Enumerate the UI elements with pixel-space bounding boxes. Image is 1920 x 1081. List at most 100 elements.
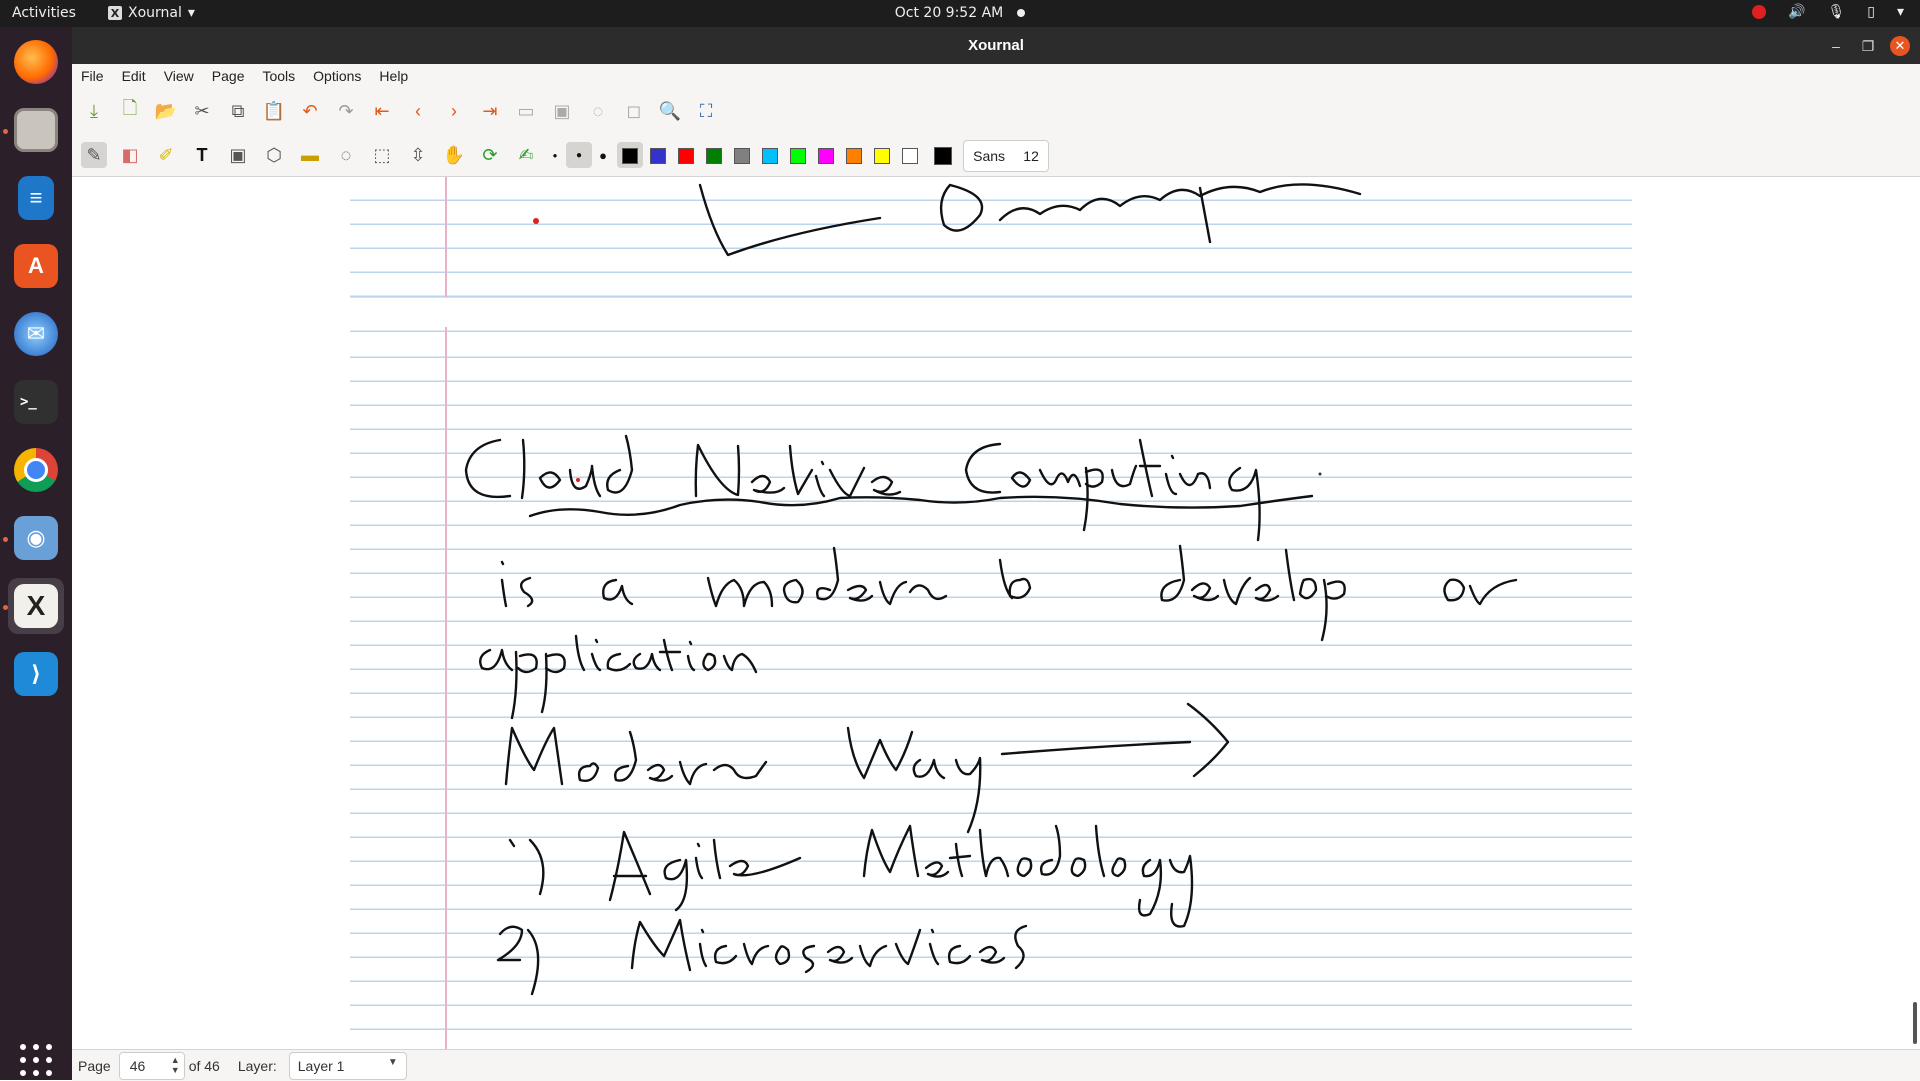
- layer-label: Layer:: [237, 1057, 277, 1074]
- open-icon[interactable]: 📂: [153, 98, 179, 124]
- hand-icon[interactable]: ✋: [441, 142, 467, 168]
- clock[interactable]: Oct 20 9:52 AM: [895, 5, 1003, 21]
- dock-terminal[interactable]: >_: [8, 374, 64, 430]
- thunderbird-icon: ✉: [14, 312, 58, 356]
- fullscreen-icon[interactable]: ⛶: [693, 98, 719, 124]
- color-light-blue-swatch[interactable]: [762, 148, 778, 164]
- color-white-swatch[interactable]: [902, 148, 918, 164]
- zoom-out-icon[interactable]: ◌: [585, 98, 611, 124]
- menu-file[interactable]: File: [72, 68, 113, 84]
- chevron-down-icon[interactable]: ▾: [1897, 4, 1904, 20]
- page-label: Page: [78, 1057, 111, 1074]
- default-tool-icon[interactable]: ⟳: [477, 142, 503, 168]
- dock-xournal[interactable]: X: [8, 578, 64, 634]
- dock-chrome[interactable]: [8, 442, 64, 498]
- redo-icon[interactable]: ↷: [333, 98, 359, 124]
- copy-icon[interactable]: ⧉: [225, 98, 251, 124]
- dock-thunderbird[interactable]: ✉: [8, 306, 64, 362]
- battery-icon[interactable]: ▯: [1867, 4, 1875, 20]
- recording-indicator-icon[interactable]: [1752, 5, 1767, 19]
- dock-screenshot[interactable]: ◉: [8, 510, 64, 566]
- app-menu[interactable]: X Xournal ▾: [108, 5, 195, 21]
- undo-icon[interactable]: ↶: [297, 98, 323, 124]
- close-icon[interactable]: ✕: [1890, 36, 1910, 56]
- font-size: 12: [1023, 148, 1039, 164]
- image-icon[interactable]: ▣: [225, 142, 251, 168]
- page-number-spinner[interactable]: 46 ▲ ▼: [118, 1051, 185, 1080]
- vertical-scrollbar[interactable]: [1913, 180, 1917, 1048]
- files-icon: [14, 108, 58, 152]
- window-title: Xournal: [968, 37, 1024, 54]
- activities-button[interactable]: Activities: [12, 5, 76, 21]
- menu-options[interactable]: Options: [304, 68, 370, 84]
- zoom-in-icon[interactable]: ◻: [621, 98, 647, 124]
- color-magenta-swatch[interactable]: [818, 148, 834, 164]
- last-page-icon[interactable]: ⇥: [477, 98, 503, 124]
- zoom-fit-icon[interactable]: ▭: [513, 98, 539, 124]
- paste-icon[interactable]: 📋: [261, 98, 287, 124]
- save-icon[interactable]: ⤓: [81, 98, 107, 124]
- thickness-medium-icon[interactable]: ●: [566, 142, 592, 168]
- shape-recognizer-icon[interactable]: ⬡: [261, 142, 287, 168]
- status-bar: Page 46 ▲ ▼ of 46 Layer: Layer 1 ▼: [72, 1049, 1920, 1081]
- color-light-green-swatch[interactable]: [790, 148, 806, 164]
- dock-software[interactable]: A: [8, 238, 64, 294]
- cut-icon[interactable]: ✂: [189, 98, 215, 124]
- ruler-icon[interactable]: ▬: [297, 142, 323, 168]
- show-apps-grid-icon[interactable]: [20, 1044, 54, 1078]
- journal-page-current[interactable]: [350, 327, 1632, 1049]
- color-green-swatch[interactable]: [706, 148, 722, 164]
- dock-firefox[interactable]: [8, 34, 64, 90]
- lasso-select-icon[interactable]: ◌: [333, 142, 359, 168]
- color-gray-swatch[interactable]: [734, 148, 750, 164]
- font-selector-button[interactable]: Sans 12: [963, 140, 1049, 172]
- eraser-icon[interactable]: ◧: [117, 142, 143, 168]
- menu-view[interactable]: View: [155, 68, 203, 84]
- menu-help[interactable]: Help: [370, 68, 417, 84]
- spinner-arrows-icon[interactable]: ▲ ▼: [171, 1055, 180, 1075]
- default-pen-icon[interactable]: ✍: [513, 142, 539, 168]
- layer-value: Layer 1: [297, 1057, 345, 1074]
- microphone-icon[interactable]: 🎙: [1827, 4, 1845, 20]
- clock-area: Oct 20 9:52 AM: [0, 5, 1920, 21]
- thickness-thick-icon[interactable]: ●: [590, 142, 616, 168]
- volume-icon[interactable]: 🔊: [1788, 4, 1805, 20]
- color-black-swatch[interactable]: [622, 148, 638, 164]
- zoom-100-icon[interactable]: ▣: [549, 98, 575, 124]
- journal-page-previous[interactable]: [350, 177, 1632, 297]
- dock-vscode[interactable]: ⟩: [8, 646, 64, 702]
- menu-edit[interactable]: Edit: [113, 68, 155, 84]
- menu-page[interactable]: Page: [203, 68, 254, 84]
- color-orange-swatch[interactable]: [846, 148, 862, 164]
- chrome-icon: [14, 448, 58, 492]
- chevron-down-icon: ▼: [387, 1056, 398, 1068]
- terminal-icon: >_: [14, 380, 58, 424]
- previous-page-icon[interactable]: ‹: [405, 98, 431, 124]
- color-blue-swatch[interactable]: [650, 148, 666, 164]
- layer-select[interactable]: Layer 1 ▼: [288, 1051, 407, 1080]
- search-icon[interactable]: 🔍: [657, 98, 683, 124]
- highlighter-icon[interactable]: ✐: [153, 142, 179, 168]
- dock-writer[interactable]: ≡: [8, 170, 64, 226]
- scrollbar-thumb[interactable]: [1913, 1002, 1917, 1044]
- menu-tools[interactable]: Tools: [253, 68, 304, 84]
- text-icon[interactable]: T: [189, 142, 215, 168]
- new-icon[interactable]: 🗋: [117, 98, 143, 124]
- color-yellow-swatch[interactable]: [874, 148, 890, 164]
- dock-files[interactable]: [8, 102, 64, 158]
- color-red-swatch[interactable]: [678, 148, 694, 164]
- rectangle-select-icon[interactable]: ⬚: [369, 142, 395, 168]
- maximize-icon[interactable]: ❐: [1858, 36, 1878, 56]
- thickness-fine-icon[interactable]: ●: [542, 142, 568, 168]
- first-page-icon[interactable]: ⇤: [369, 98, 395, 124]
- color-picker-button[interactable]: [934, 147, 952, 165]
- system-tray[interactable]: 🔊 🎙 ▯ ▾: [1752, 4, 1904, 20]
- page-margin-line: [445, 327, 447, 1049]
- menu-bar: File Edit View Page Tools Options Help: [72, 64, 1920, 88]
- notification-dot-icon: [1017, 9, 1026, 17]
- next-page-icon[interactable]: ›: [441, 98, 467, 124]
- pen-icon[interactable]: ✎: [81, 142, 107, 168]
- minimize-icon[interactable]: –: [1826, 36, 1846, 56]
- xournal-app-icon: X: [108, 6, 122, 20]
- vertical-space-icon[interactable]: ⇳: [405, 142, 431, 168]
